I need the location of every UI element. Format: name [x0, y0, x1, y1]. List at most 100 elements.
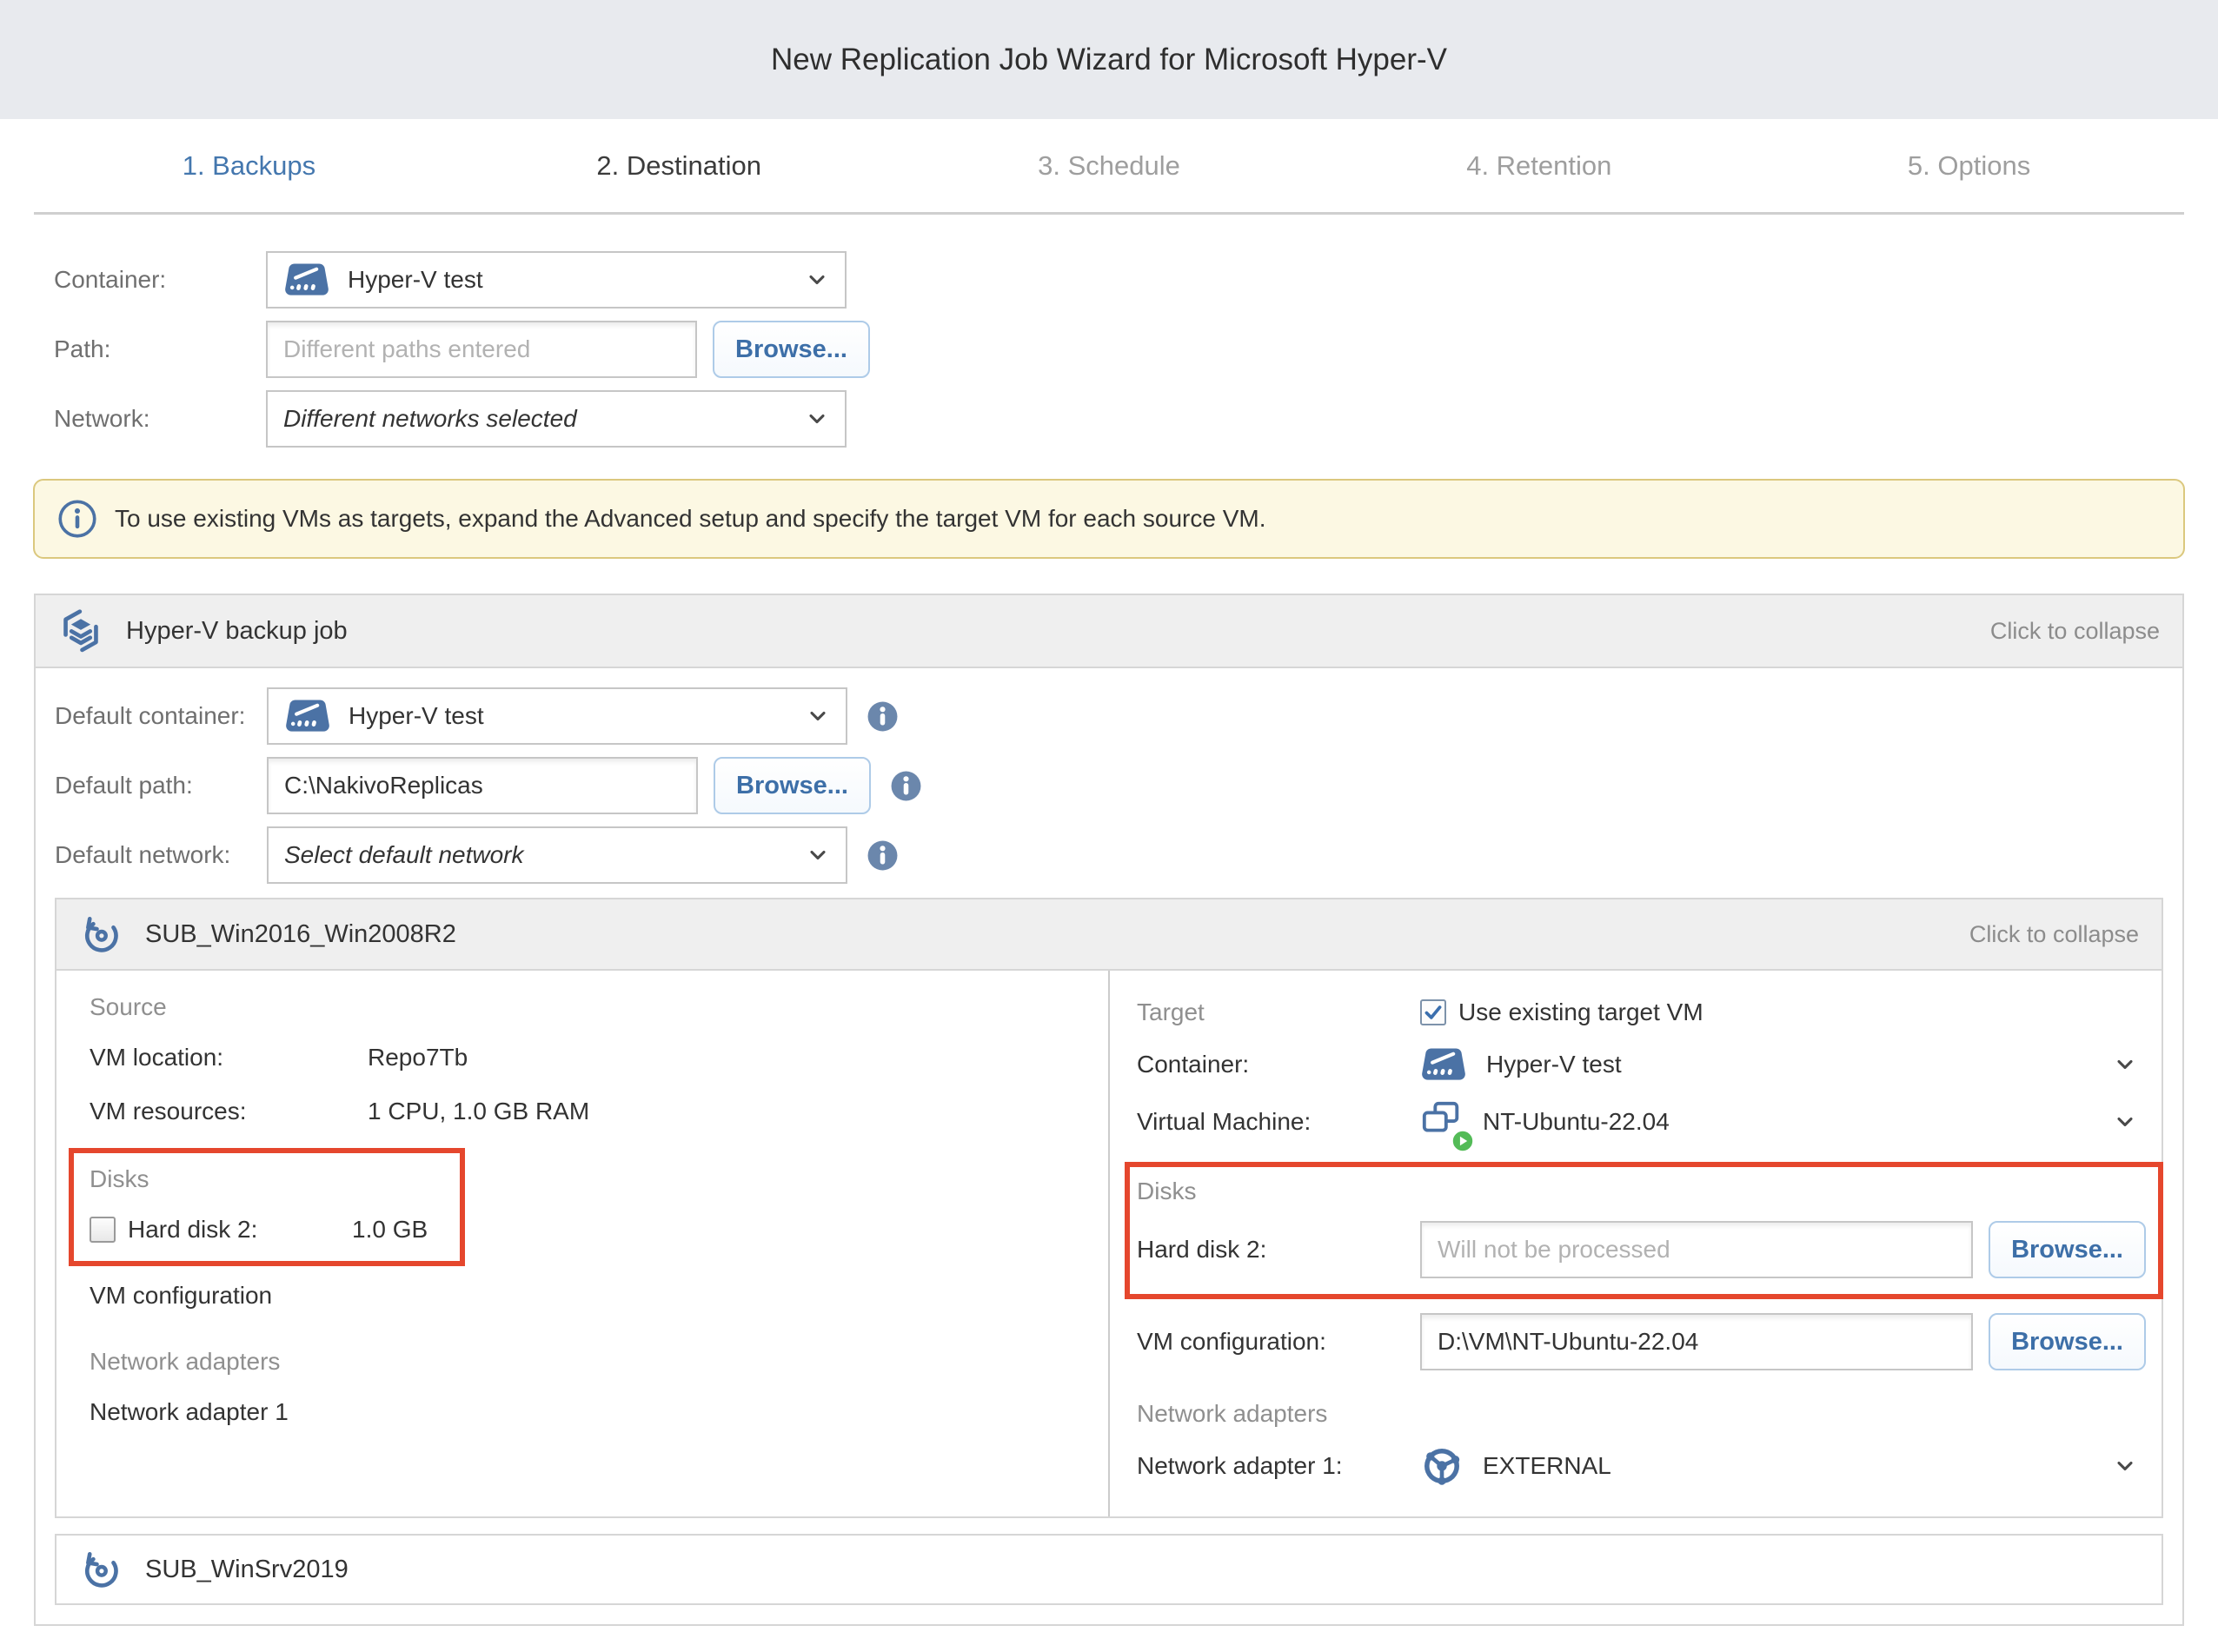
collapse-hint: Click to collapse [1969, 921, 2139, 948]
step-backups[interactable]: 1. Backups [34, 150, 464, 182]
default-network-value: Select default network [284, 841, 524, 869]
default-path-row: Default path: Browse... [55, 757, 2163, 814]
vm-subpanel-title: SUB_Win2016_Win2008R2 [145, 920, 456, 949]
target-network-adapter-label: Network adapter 1: [1137, 1452, 1420, 1480]
default-network-row: Default network: Select default network [55, 826, 2163, 884]
container-value: Hyper-V test [348, 266, 483, 294]
chevron-down-icon [805, 407, 829, 431]
collapsed-vm-title: SUB_WinSrv2019 [145, 1556, 349, 1584]
backup-job-title: Hyper-V backup job [126, 617, 348, 646]
vm-subpanel-body: Source VM location: Repo7Tb VM resources… [56, 971, 2162, 1516]
network-row: Network: Different networks selected [54, 390, 2218, 448]
page-title: New Replication Job Wizard for Microsoft… [771, 43, 1447, 77]
source-hard-disk-row: Hard disk 2: 1.0 GB [90, 1216, 460, 1244]
container-row: Container: Hyper-V test [54, 251, 2218, 309]
target-heading: Target [1137, 998, 1420, 1026]
running-badge-icon [1451, 1130, 1474, 1152]
target-hard-disk-input[interactable] [1420, 1221, 1973, 1278]
info-icon[interactable] [890, 770, 922, 802]
source-network-adapters-heading: Network adapters [90, 1348, 1082, 1376]
collapsed-vm-row[interactable]: SUB_WinSrv2019 [55, 1534, 2163, 1605]
replication-icon [79, 1548, 123, 1591]
wizard-step-bar: 1. Backups 2. Destination 3. Schedule 4.… [34, 119, 2184, 215]
source-disks-annotation-box: Disks Hard disk 2: 1.0 GB [69, 1148, 465, 1266]
hard-disk-2-checkbox[interactable] [90, 1217, 116, 1243]
vm-location-value: Repo7Tb [368, 1044, 468, 1071]
info-icon[interactable] [867, 839, 899, 872]
collapse-hint: Click to collapse [1990, 618, 2160, 645]
target-hard-disk-label: Hard disk 2: [1137, 1236, 1420, 1264]
default-container-dropdown[interactable]: Hyper-V test [267, 687, 847, 745]
backup-job-icon [58, 608, 103, 654]
target-network-adapter-row[interactable]: Network adapter 1: EXTERNAL [1137, 1442, 2146, 1490]
info-banner-text: To use existing VMs as targets, expand t… [115, 505, 1266, 533]
target-container-label: Container: [1137, 1051, 1420, 1078]
target-vm-configuration-row: VM configuration: Browse... [1137, 1313, 2146, 1370]
network-dropdown[interactable]: Different networks selected [266, 390, 847, 448]
vm-resources-label: VM resources: [90, 1098, 368, 1125]
chevron-down-icon [806, 843, 830, 867]
default-network-label: Default network: [55, 841, 267, 869]
target-disks-heading: Disks [1137, 1178, 1196, 1204]
use-existing-target-vm-label: Use existing target VM [1458, 998, 1703, 1026]
hyperv-host-icon [1420, 1045, 1467, 1084]
use-existing-target-vm[interactable]: Use existing target VM [1420, 998, 1703, 1026]
info-circle-icon [57, 499, 97, 539]
hyperv-host-icon [283, 261, 330, 299]
vm-location-label: VM location: [90, 1044, 368, 1071]
chevron-down-icon [805, 268, 829, 292]
default-container-value: Hyper-V test [349, 702, 484, 730]
network-value: Different networks selected [283, 405, 577, 433]
use-existing-target-vm-checkbox[interactable] [1420, 999, 1446, 1025]
target-container-row[interactable]: Container: Hyper-V test [1137, 1040, 2146, 1089]
default-container-label: Default container: [55, 702, 267, 730]
window-title-bar: New Replication Job Wizard for Microsoft… [0, 0, 2218, 119]
backup-job-header[interactable]: Hyper-V backup job Click to collapse [36, 595, 2182, 668]
target-heading-row: Target Use existing target VM [1137, 993, 2146, 1032]
vm-subpanel-header[interactable]: SUB_Win2016_Win2008R2 Click to collapse [56, 899, 2162, 971]
step-destination: 2. Destination [464, 150, 894, 182]
target-vm-configuration-browse-button[interactable]: Browse... [1989, 1313, 2146, 1370]
source-network-adapter-1: Network adapter 1 [90, 1398, 1082, 1426]
chevron-down-icon[interactable] [2113, 1454, 2137, 1478]
vm-resources-value: 1 CPU, 1.0 GB RAM [368, 1098, 589, 1125]
backup-job-panel: Hyper-V backup job Click to collapse Def… [34, 594, 2184, 1626]
default-path-label: Default path: [55, 772, 267, 799]
path-row: Path: Browse... [54, 321, 2218, 378]
source-vm-configuration: VM configuration [90, 1282, 1082, 1310]
container-dropdown[interactable]: Hyper-V test [266, 251, 847, 309]
source-hard-disk-size: 1.0 GB [352, 1216, 428, 1244]
target-vm-configuration-label: VM configuration: [1137, 1328, 1420, 1356]
network-icon [1420, 1444, 1464, 1488]
chevron-down-icon[interactable] [2113, 1110, 2137, 1134]
target-vm-label: Virtual Machine: [1137, 1108, 1420, 1136]
step-schedule: 3. Schedule [894, 150, 1325, 182]
default-network-dropdown[interactable]: Select default network [267, 826, 847, 884]
network-label: Network: [54, 405, 266, 433]
target-vm-value: NT-Ubuntu-22.04 [1483, 1108, 1670, 1136]
path-browse-button[interactable]: Browse... [713, 321, 870, 378]
vm-location-row: VM location: Repo7Tb [90, 1040, 1082, 1075]
target-vm-configuration-input[interactable] [1420, 1313, 1973, 1370]
vm-icon [1420, 1100, 1464, 1144]
hyperv-host-icon [284, 697, 331, 735]
container-label: Container: [54, 266, 266, 294]
default-path-input[interactable] [267, 757, 698, 814]
source-disks-heading: Disks [90, 1165, 460, 1193]
default-path-browse-button[interactable]: Browse... [714, 757, 871, 814]
path-input[interactable] [266, 321, 697, 378]
vm-subpanel: SUB_Win2016_Win2008R2 Click to collapse … [55, 898, 2163, 1518]
path-label: Path: [54, 335, 266, 363]
target-hard-disk-browse-button[interactable]: Browse... [1989, 1221, 2146, 1278]
info-icon[interactable] [867, 700, 899, 733]
step-options: 5. Options [1754, 150, 2184, 182]
target-virtual-machine-row[interactable]: Virtual Machine: NT-Ubuntu-22.04 [1137, 1098, 2146, 1146]
target-column: Target Use existing target VM Container: [1110, 971, 2162, 1516]
chevron-down-icon[interactable] [2113, 1052, 2137, 1077]
default-container-row: Default container: Hyper-V test [55, 687, 2163, 745]
backup-job-body: Default container: Hyper-V test Default … [36, 668, 2182, 1624]
chevron-down-icon [806, 704, 830, 728]
target-network-adapter-value: EXTERNAL [1483, 1452, 1611, 1480]
replication-icon [79, 912, 123, 956]
destination-form: Container: Hyper-V test Path: Browse... … [0, 215, 2218, 448]
